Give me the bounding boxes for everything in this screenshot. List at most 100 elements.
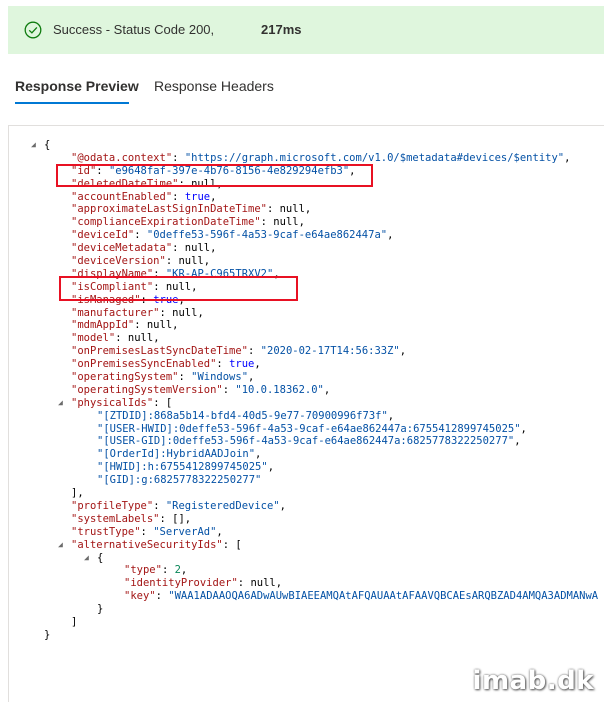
code-token: "[USER-GID]:0deffe53-596f-4a53-9caf-e64a… (97, 435, 515, 448)
code-text: "[ZTDID]:868a5b14-bfd4-40d5-9e77-7090099… (97, 410, 394, 423)
code-token: true (184, 190, 211, 203)
code-token: , (387, 229, 394, 242)
code-text: "deviceMetadata": null, (71, 242, 216, 255)
json-viewer[interactable]: ◢{"@odata.context": "https://graph.micro… (8, 125, 604, 702)
code-text: "profileType": "RegisteredDevice", (71, 500, 286, 513)
code-token: , (267, 461, 275, 474)
code-token: , (255, 448, 262, 461)
code-token: "@odata.context" (71, 151, 173, 164)
code-text: "onPremisesLastSyncDateTime": "2020-02-1… (71, 345, 406, 358)
code-line: "[OrderId]:HybridAADJoin", (9, 448, 604, 461)
code-line: ◢ "alternativeSecurityIds": [ (9, 539, 604, 552)
code-line: "onPremisesSyncEnabled": true, (9, 358, 604, 371)
code-line: "@odata.context": "https://graph.microso… (9, 152, 604, 165)
code-line: "model": null, (9, 332, 604, 345)
code-text: "alternativeSecurityIds": [ (71, 539, 242, 552)
code-line: "[USER-HWID]:0deffe53-596f-4a53-9caf-e64… (9, 423, 604, 436)
code-token: ] (71, 615, 78, 628)
code-token: { (97, 551, 104, 564)
code-text: "[OrderId]:HybridAADJoin", (97, 448, 261, 461)
code-token: : [ (153, 396, 173, 409)
code-token: : (172, 190, 185, 203)
code-line: "mdmAppId": null, (9, 319, 604, 332)
fold-toggle-icon[interactable]: ◢ (58, 397, 63, 410)
code-text: "systemLabels": [], (71, 513, 191, 526)
code-token: : null, (165, 255, 211, 268)
code-token: "profileType" (71, 499, 154, 512)
code-token: } (97, 603, 104, 616)
code-token: "accountEnabled" (71, 190, 173, 203)
code-text: "mdmAppId": null, (71, 319, 178, 332)
code-token: "mdmAppId" (71, 319, 135, 332)
code-token: "deviceMetadata" (71, 242, 173, 255)
code-line: "identityProvider": null, (9, 577, 604, 590)
code-text: "deviceVersion": null, (71, 255, 210, 268)
code-text: { (97, 552, 103, 565)
code-token: "manufacturer" (71, 306, 160, 319)
code-text: "[HWID]:h:6755412899745025", (97, 461, 274, 474)
code-token: ], (71, 487, 84, 500)
status-banner: Success - Status Code 200, 217ms (8, 6, 604, 54)
code-token: : (140, 525, 154, 538)
code-token: , (210, 190, 217, 203)
code-text: "type": 2, (124, 564, 187, 577)
code-line: "[GID]:g:6825778322250277" (9, 474, 604, 487)
code-token: "https://graph.microsoft.com/v1.0/$metad… (184, 151, 565, 164)
check-circle-icon (24, 21, 42, 39)
code-token: "ServerAd" (153, 525, 217, 538)
code-token: : [], (159, 512, 192, 525)
code-token: "2020-02-17T14:56:33Z" (260, 345, 400, 358)
tab-response-preview[interactable]: Response Preview (15, 78, 139, 94)
code-token: "complianceExpirationDateTime" (71, 216, 261, 229)
code-token: "Windows" (191, 371, 249, 384)
code-token: : (161, 564, 175, 577)
code-token: "approximateLastSignInDateTime" (71, 203, 267, 216)
code-token: : (172, 151, 185, 164)
fold-toggle-icon[interactable]: ◢ (84, 552, 89, 565)
code-token: , (254, 358, 261, 371)
code-text: ], (71, 487, 84, 500)
code-token: "[GID]:g:6825778322250277" (97, 474, 262, 487)
code-token: , (399, 345, 407, 358)
code-line: "complianceExpirationDateTime": null, (9, 216, 604, 229)
code-text: } (44, 629, 50, 642)
code-token: "0deffe53-596f-4a53-9caf-e64ae862447a" (146, 229, 388, 242)
code-line: "[ZTDID]:868a5b14-bfd4-40d5-9e77-7090099… (9, 410, 604, 423)
code-text: "onPremisesSyncEnabled": true, (71, 358, 261, 371)
status-text: Success - Status Code 200, (53, 22, 215, 37)
tab-response-headers[interactable]: Response Headers (154, 78, 274, 94)
fold-toggle-icon[interactable]: ◢ (31, 139, 36, 152)
code-token: "[USER-HWID]:0deffe53-596f-4a53-9caf-e64… (97, 422, 521, 435)
code-token: , (180, 564, 188, 577)
code-token: "WAA1ADAAOQA6ADwAUwBIAEEAMQAtAFQAUAAtAFA… (168, 590, 599, 603)
code-token: "trustType" (71, 525, 141, 538)
code-line: "profileType": "RegisteredDevice", (9, 500, 604, 513)
code-text: { (44, 139, 50, 152)
code-text: "[USER-GID]:0deffe53-596f-4a53-9caf-e64a… (97, 435, 521, 448)
code-line: ◢{ (9, 139, 604, 152)
code-token: "deviceVersion" (71, 255, 166, 268)
code-line: "operatingSystemVersion": "10.0.18362.0"… (9, 384, 604, 397)
code-token: : (248, 345, 261, 358)
response-tabs: Response Preview Response Headers (0, 70, 604, 110)
code-token: "[OrderId]:HybridAADJoin" (97, 448, 256, 461)
fold-toggle-icon[interactable]: ◢ (58, 539, 63, 552)
code-text: "accountEnabled": true, (71, 191, 216, 204)
code-token: "operatingSystemVersion" (71, 383, 223, 396)
watermark: imab.dk (472, 666, 594, 696)
code-token: : (153, 499, 166, 512)
code-text: } (97, 603, 103, 616)
code-token: "operatingSystem" (71, 371, 179, 384)
code-line: "[HWID]:h:6755412899745025", (9, 461, 604, 474)
code-token: : [ (222, 538, 242, 551)
code-token: : null, (134, 319, 179, 332)
code-text: "trustType": "ServerAd", (71, 526, 223, 539)
code-token: : null, (237, 577, 283, 590)
code-text: "[USER-HWID]:0deffe53-596f-4a53-9caf-e64… (97, 423, 527, 436)
code-token: "alternativeSecurityIds" (71, 538, 223, 551)
response-time: 217ms (261, 22, 302, 37)
code-line: "type": 2, (9, 564, 604, 577)
code-line: "systemLabels": [], (9, 513, 604, 526)
code-text: "operatingSystemVersion": "10.0.18362.0"… (71, 384, 330, 397)
code-line: "approximateLastSignInDateTime": null, (9, 203, 604, 216)
